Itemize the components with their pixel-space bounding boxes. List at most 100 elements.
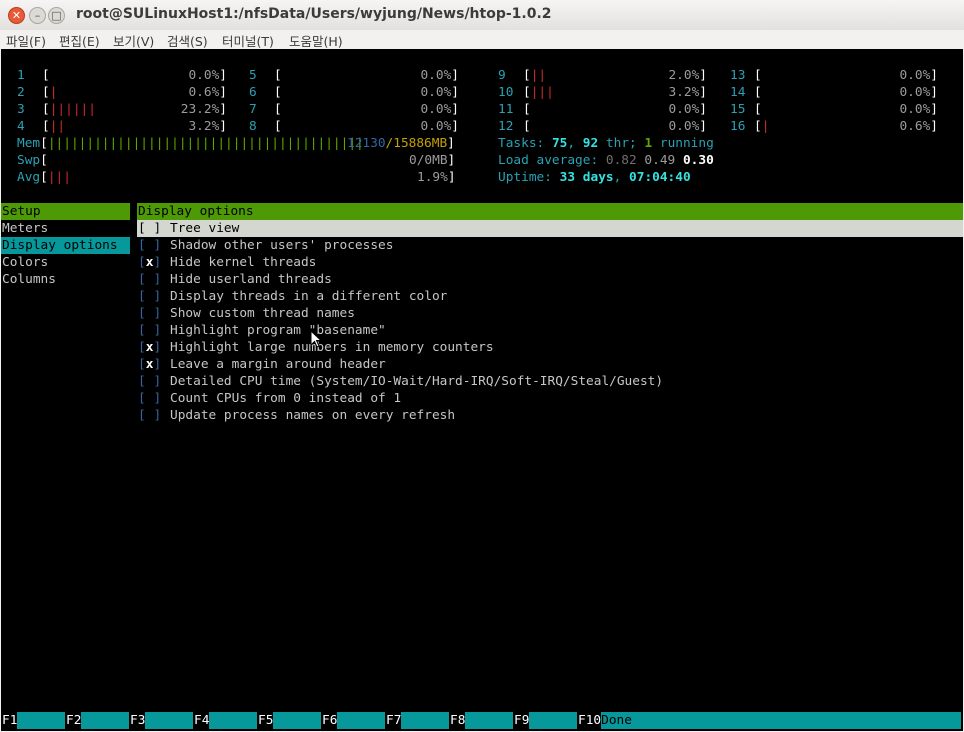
mouse-pointer-icon xyxy=(310,330,322,348)
cpu-percent-10: 3.2%] xyxy=(668,85,707,100)
option-checkbox[interactable]: [ ] xyxy=(138,271,161,288)
cpu-bar-6: [ xyxy=(274,85,282,100)
cpu-bars: |||||| xyxy=(49,102,96,117)
cpu-percent-11: 0.0%] xyxy=(668,102,707,117)
cpu-bar-13: [ xyxy=(754,68,762,83)
cpu-percent: 0.6% xyxy=(188,85,220,100)
option-checkbox[interactable]: [ ] xyxy=(138,322,161,339)
cpu-id: 12 xyxy=(498,119,514,134)
maximize-window-button[interactable]: □ xyxy=(48,7,65,24)
load-1min: 0.82 xyxy=(605,153,637,168)
fkey-f4[interactable]: F4 xyxy=(194,712,258,729)
option-label[interactable]: Detailed CPU time (System/IO-Wait/Hard-I… xyxy=(170,373,663,390)
swp-value-text: 0/0MB xyxy=(409,153,448,168)
menu-terminal[interactable]: 터미널(T) xyxy=(222,31,274,50)
option-checkbox[interactable]: [ ] xyxy=(138,390,161,407)
cpu-bar-4: [|| xyxy=(42,119,66,134)
option-checkbox[interactable]: [x] xyxy=(138,254,161,271)
menu-help[interactable]: 도움말(H) xyxy=(289,31,343,50)
cpu-bars: | xyxy=(49,85,58,100)
setup-item-colors[interactable]: Colors xyxy=(2,254,48,271)
cpu-percent-1: 0.0%] xyxy=(188,68,227,83)
cpu-id: 3 xyxy=(17,102,25,117)
menu-view[interactable]: 보기(V) xyxy=(113,31,154,50)
menu-file[interactable]: 파일(F) xyxy=(6,31,46,50)
option-checkbox[interactable]: [x] xyxy=(138,356,161,373)
setup-item-meters[interactable]: Meters xyxy=(2,220,48,237)
cpu-percent: 3.2% xyxy=(188,119,220,134)
fkey-f10[interactable]: F10Done xyxy=(578,712,962,729)
option-label[interactable]: Hide kernel threads xyxy=(170,254,316,271)
cpu-meter-6: 6 xyxy=(249,84,257,101)
cpu-meter-11: 11 xyxy=(498,101,513,118)
option-label[interactable]: Leave a margin around header xyxy=(170,356,386,373)
cpu-percent: 2.0% xyxy=(668,68,700,83)
load-label: Load average: xyxy=(498,153,606,168)
tasks-threads: 92 xyxy=(582,136,599,151)
cpu-percent-9: 2.0%] xyxy=(668,68,707,83)
option-label[interactable]: Hide userland threads xyxy=(170,271,332,288)
cpu-meter-4: 4 xyxy=(17,118,25,135)
option-checkbox[interactable]: [ ] xyxy=(138,407,161,424)
fkey-f6[interactable]: F6 xyxy=(322,712,386,729)
avg-value-text: 1.9% xyxy=(417,170,448,185)
cpu-meter-10: 10 xyxy=(498,84,513,101)
terminal[interactable]: Mem[||||||||||||||||||||||||||||||||||||… xyxy=(1,49,963,731)
fkey-label xyxy=(337,712,386,729)
fkey-label xyxy=(17,712,66,729)
uptime-label: Uptime: xyxy=(498,170,560,185)
cpu-percent-12: 0.0%] xyxy=(668,119,707,134)
option-label[interactable]: Highlight large numbers in memory counte… xyxy=(170,339,494,356)
option-checkbox[interactable]: [ ] xyxy=(138,220,161,237)
fkey-f9[interactable]: F9 xyxy=(514,712,578,729)
setup-item-columns[interactable]: Columns xyxy=(2,271,56,288)
cpu-bar-10: [||| xyxy=(523,85,554,100)
fkey-f8[interactable]: F8 xyxy=(450,712,514,729)
cpu-bars: || xyxy=(49,119,66,134)
option-label[interactable]: Tree view xyxy=(170,220,239,237)
tasks-running-label: running xyxy=(652,136,714,151)
menu-search[interactable]: 검색(S) xyxy=(167,31,208,50)
menu-edit[interactable]: 편집(E) xyxy=(59,31,100,50)
option-label[interactable]: Show custom thread names xyxy=(170,305,355,322)
setup-item-display-options[interactable]: Display options xyxy=(2,237,118,254)
cpu-bar-9: [|| xyxy=(523,68,547,83)
uptime-days-label: days xyxy=(582,170,614,185)
close-window-button[interactable]: ✕ xyxy=(8,7,25,24)
fkey-f5[interactable]: F5 xyxy=(258,712,322,729)
swp-value: 0/0MB] xyxy=(409,153,456,168)
cpu-bar-12: [ xyxy=(523,119,531,134)
tasks-count: 75 xyxy=(551,136,568,151)
fkey-f1[interactable]: F1 xyxy=(2,712,66,729)
option-label[interactable]: Display threads in a different color xyxy=(170,288,447,305)
cpu-id: 8 xyxy=(249,119,257,134)
option-checkbox[interactable]: [ ] xyxy=(138,305,161,322)
option-checkbox[interactable]: [ ] xyxy=(138,237,161,254)
fkey-f3[interactable]: F3 xyxy=(130,712,194,729)
swp-label: Swp xyxy=(17,153,41,168)
minimize-window-button[interactable]: – xyxy=(29,7,46,24)
option-label[interactable]: Highlight program "basename" xyxy=(170,322,386,339)
fkey-key: F4 xyxy=(194,713,210,728)
fkey-key: F3 xyxy=(130,713,146,728)
fkey-f2[interactable]: F2 xyxy=(66,712,130,729)
cpu-percent-4: 3.2%] xyxy=(188,119,227,134)
fkey-key: F10 xyxy=(578,713,602,728)
option-label[interactable]: Shadow other users' processes xyxy=(170,237,393,254)
cpu-percent-5: 0.0%] xyxy=(420,68,459,83)
cpu-id: 15 xyxy=(730,102,746,117)
window-title: root@SULinuxHost1:/nfsData/Users/wyjung/… xyxy=(76,6,552,22)
option-checkbox[interactable]: [x] xyxy=(138,339,161,356)
option-label[interactable]: Update process names on every refresh xyxy=(170,407,455,424)
option-checkbox[interactable]: [ ] xyxy=(138,288,161,305)
option-label[interactable]: Count CPUs from 0 instead of 1 xyxy=(170,390,401,407)
option-checkbox[interactable]: [ ] xyxy=(138,373,161,390)
window-titlebar: ✕ – □ root@SULinuxHost1:/nfsData/Users/w… xyxy=(0,0,964,31)
cpu-percent-15: 0.0%] xyxy=(899,102,938,117)
mem-used: 12130 xyxy=(347,136,386,151)
load-15min: 0.30 xyxy=(682,153,714,168)
cpu-meter-13: 13 xyxy=(730,67,745,84)
fkey-f7[interactable]: F7 xyxy=(386,712,450,729)
uptime-days: 33 xyxy=(559,170,576,185)
fkey-label xyxy=(209,712,258,729)
